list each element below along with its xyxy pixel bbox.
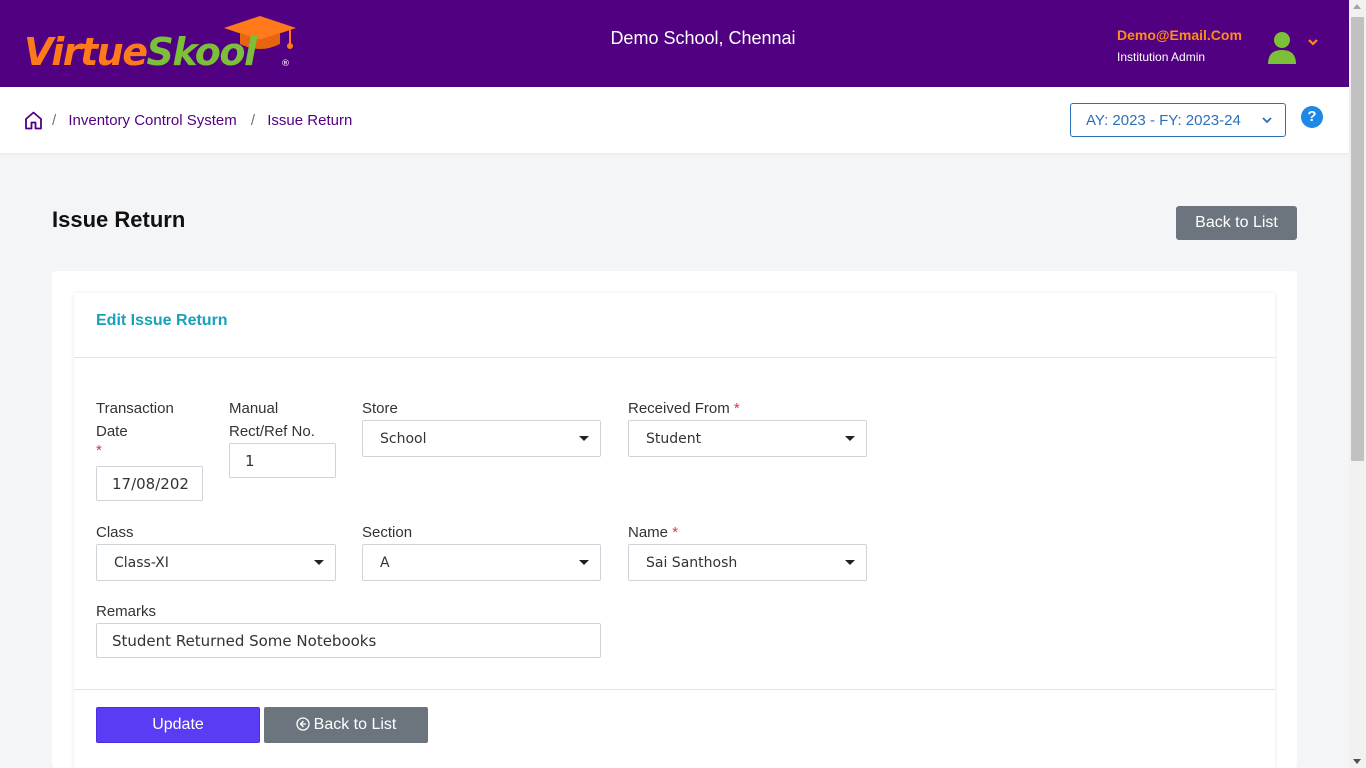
manual-ref-input[interactable]: 1 <box>229 443 336 478</box>
store-value: School <box>380 431 427 447</box>
required-mark: * <box>733 400 740 417</box>
class-value: Class-XI <box>114 555 169 571</box>
page-title: Issue Return <box>52 207 186 232</box>
caret-down-icon <box>579 560 589 565</box>
user-avatar-icon[interactable] <box>1266 30 1298 64</box>
top-header: VirtueSkool ® Demo School, Chennai Demo@… <box>0 0 1349 87</box>
virtueskool-logo[interactable]: VirtueSkool ® <box>22 14 296 76</box>
caret-down-icon <box>845 560 855 565</box>
section-label: Section <box>362 524 413 541</box>
academic-year-value: AY: 2023 - FY: 2023-24 <box>1086 112 1241 129</box>
school-name: Demo School, Chennai <box>610 28 796 48</box>
caret-down-icon <box>314 560 324 565</box>
manual-ref-label-line1: Manual <box>229 400 279 417</box>
scroll-thumb[interactable] <box>1351 17 1364 461</box>
breadcrumb-bar: / Inventory Control System / Issue Retur… <box>0 87 1349 153</box>
required-mark: * <box>672 524 679 541</box>
academic-year-select[interactable]: AY: 2023 - FY: 2023-24 <box>1070 103 1286 137</box>
page-scrollbar[interactable] <box>1349 0 1366 768</box>
scroll-down-arrow[interactable] <box>1353 759 1361 764</box>
received-from-label: Received From * <box>628 397 740 420</box>
user-email[interactable]: Demo@Email.Com <box>1117 27 1242 43</box>
chevron-down-icon <box>1262 117 1272 124</box>
class-label: Class <box>96 524 134 541</box>
arrow-left-circle-icon <box>295 717 310 731</box>
breadcrumb-separator: / <box>52 112 57 129</box>
name-value: Sai Santhosh <box>646 555 738 571</box>
transaction-date-label-line1: Transaction <box>96 400 174 417</box>
update-button[interactable]: Update <box>96 707 260 743</box>
scroll-up-arrow[interactable] <box>1353 4 1361 9</box>
name-label: Name * <box>628 521 678 544</box>
card-footer-divider <box>74 689 1275 690</box>
logo-skool: Skool <box>146 30 258 74</box>
back-to-list-bottom-button[interactable]: Back to List <box>264 707 428 743</box>
logo-wordmark: VirtueSkool <box>24 30 258 74</box>
caret-down-icon <box>579 436 589 441</box>
received-from-select[interactable]: Student <box>628 420 867 457</box>
name-select[interactable]: Sai Santhosh <box>628 544 867 581</box>
caret-down-icon <box>845 436 855 441</box>
breadcrumb: / Inventory Control System / Issue Retur… <box>50 112 352 129</box>
section-value: A <box>380 555 390 571</box>
help-icon[interactable]: ? <box>1301 106 1323 128</box>
user-role: Institution Admin <box>1117 50 1206 64</box>
transaction-date-label: Transaction Date * <box>96 397 174 459</box>
breadcrumb-inventory-control-system[interactable]: Inventory Control System <box>68 112 236 129</box>
logo-virtue: Virtue <box>24 30 148 74</box>
required-mark: * <box>96 442 102 459</box>
manual-ref-label-line2: Rect/Ref No. <box>229 423 315 440</box>
breadcrumb-separator: / <box>250 112 256 129</box>
breadcrumb-issue-return: Issue Return <box>267 112 353 129</box>
chevron-down-icon[interactable] <box>1306 36 1320 48</box>
remarks-label: Remarks <box>96 603 157 620</box>
store-label: Store <box>362 400 398 417</box>
card-header-divider <box>74 357 1275 358</box>
logo-registered-mark: ® <box>281 59 290 69</box>
back-to-list-bottom-label: Back to List <box>313 716 397 733</box>
store-select[interactable]: School <box>362 420 601 457</box>
card-title: Edit Issue Return <box>96 312 228 329</box>
section-select[interactable]: A <box>362 544 601 581</box>
home-icon[interactable] <box>24 111 43 130</box>
back-to-list-button[interactable]: Back to List <box>1176 206 1297 240</box>
transaction-date-label-line2: Date <box>96 423 128 440</box>
transaction-date-input[interactable]: 17/08/202 <box>96 466 203 501</box>
received-from-value: Student <box>646 431 702 447</box>
manual-ref-label: Manual Rect/Ref No. <box>229 397 315 443</box>
class-select[interactable]: Class-XI <box>96 544 336 581</box>
remarks-input[interactable]: Student Returned Some Notebooks <box>96 623 601 658</box>
received-from-label-text: Received From <box>628 400 730 417</box>
name-label-text: Name <box>628 524 669 541</box>
